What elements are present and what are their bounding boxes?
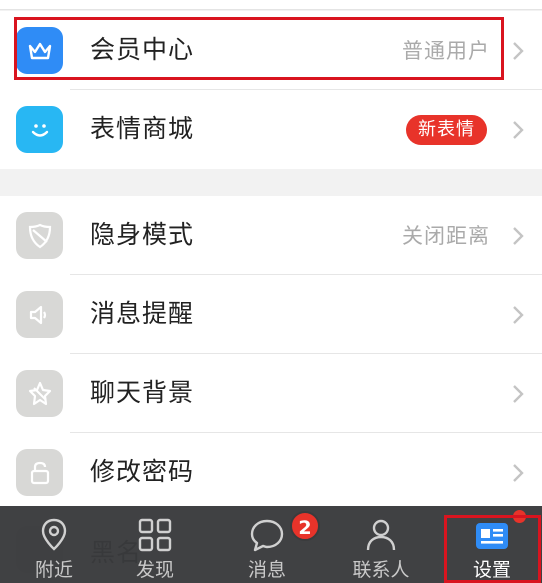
menu-group-2: 隐身模式 关闭距离 消息提醒 聊天背景 修改密码 (0, 196, 542, 506)
top-strip (0, 0, 542, 10)
tab-contacts[interactable]: 联系人 (327, 506, 435, 583)
settings-card-icon (473, 516, 511, 554)
chevron-right-icon (508, 304, 528, 326)
menu-item-notifications[interactable]: 消息提醒 (0, 275, 542, 354)
tab-settings[interactable]: 设置 (438, 506, 542, 583)
chevron-right-icon (508, 462, 528, 484)
menu-item-label: 隐身模式 (90, 220, 195, 249)
menu-item-label: 修改密码 (90, 457, 195, 486)
star-icon (16, 370, 63, 417)
menu-group-1: 会员中心 普通用户 表情商城 新表情 (0, 11, 542, 169)
tab-nearby[interactable]: 附近 (0, 506, 108, 583)
crown-icon (16, 27, 63, 74)
tab-label: 设置 (472, 559, 511, 581)
menu-item-value: 关闭距离 (402, 224, 490, 248)
tab-label: 消息 (247, 559, 286, 581)
notification-dot (513, 510, 526, 523)
chevron-right-icon (508, 225, 528, 247)
tab-label: 附近 (34, 559, 73, 581)
menu-item-value: 普通用户 (402, 39, 490, 63)
menu-item-label: 会员中心 (90, 35, 195, 64)
new-stickers-badge: 新表情 (406, 115, 487, 145)
tab-label: 发现 (135, 559, 174, 581)
menu-item-label: 表情商城 (90, 114, 195, 143)
grid-icon (136, 516, 174, 554)
shield-slash-icon (16, 212, 63, 259)
speaker-icon (16, 291, 63, 338)
person-icon (362, 516, 400, 554)
unread-count-badge: 2 (290, 511, 320, 541)
smile-icon (16, 106, 63, 153)
tab-discover[interactable]: 发现 (101, 506, 209, 583)
lock-icon (16, 449, 63, 496)
menu-item-vip-center[interactable]: 会员中心 普通用户 (0, 11, 542, 90)
menu-item-label: 聊天背景 (90, 378, 195, 407)
chevron-right-icon (508, 119, 528, 141)
menu-item-sticker-store[interactable]: 表情商城 新表情 (0, 90, 542, 169)
menu-item-change-password[interactable]: 修改密码 (0, 433, 542, 512)
menu-item-label: 消息提醒 (90, 299, 195, 328)
menu-item-stealth-mode[interactable]: 隐身模式 关闭距离 (0, 196, 542, 275)
tab-label: 联系人 (352, 559, 410, 581)
chevron-right-icon (508, 383, 528, 405)
menu-item-chat-background[interactable]: 聊天背景 (0, 354, 542, 433)
chat-bubble-icon (248, 516, 286, 554)
chevron-right-icon (508, 40, 528, 62)
location-pin-icon (35, 516, 73, 554)
